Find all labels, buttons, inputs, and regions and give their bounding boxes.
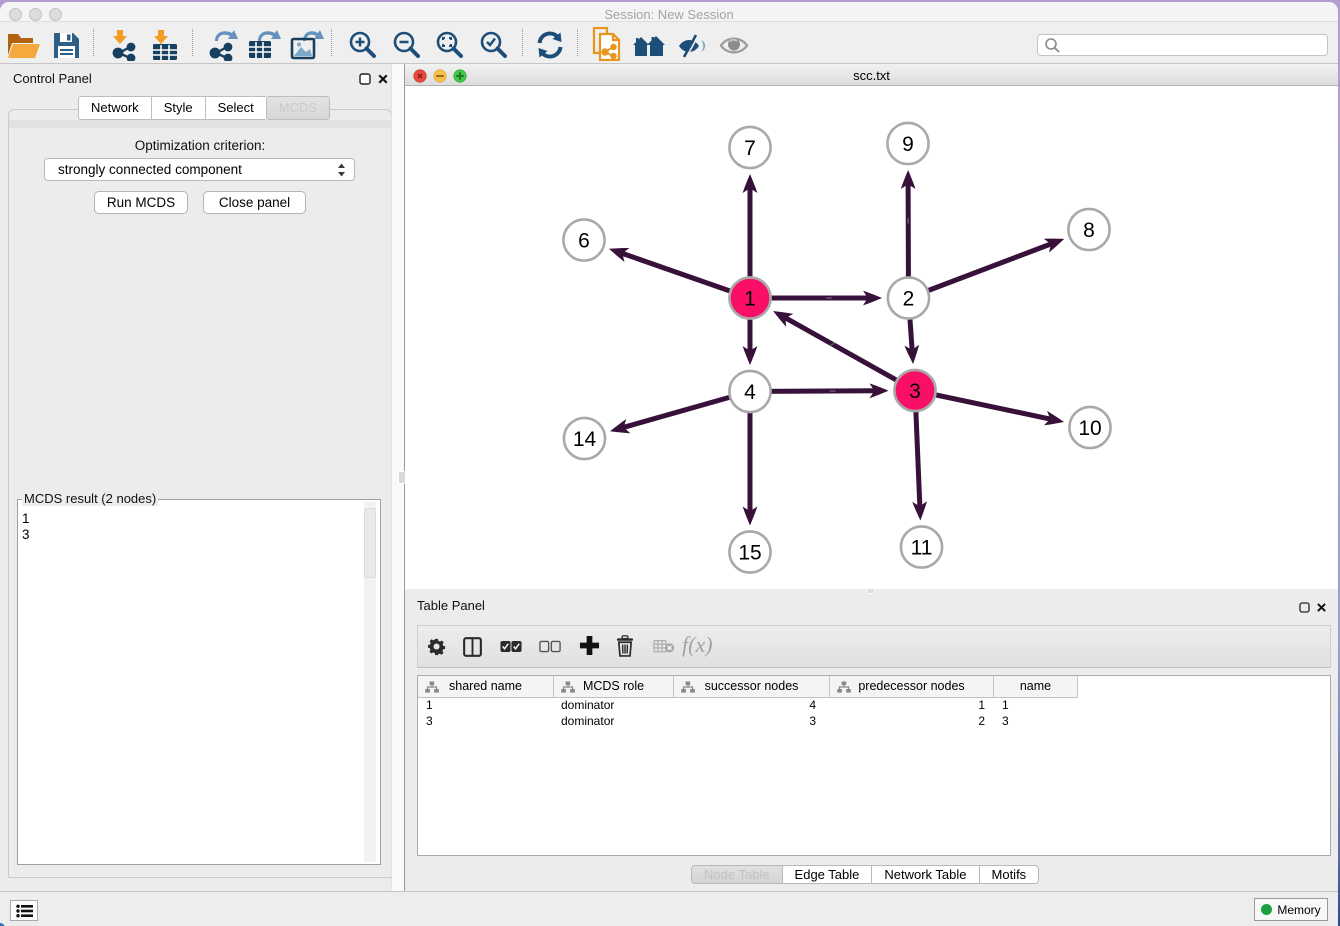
svg-text:6: 6 [578, 230, 590, 253]
svg-text:3: 3 [909, 380, 921, 403]
svg-text:8: 8 [1083, 219, 1095, 242]
svg-text:2: 2 [903, 288, 915, 311]
svg-text:9: 9 [902, 133, 914, 156]
svg-text:4: 4 [744, 381, 756, 404]
svg-text:10: 10 [1078, 417, 1101, 440]
svg-text:15: 15 [738, 542, 761, 565]
svg-text:7: 7 [744, 137, 756, 160]
svg-text:1: 1 [744, 288, 756, 311]
svg-text:14: 14 [573, 428, 597, 451]
svg-text:11: 11 [911, 537, 933, 560]
